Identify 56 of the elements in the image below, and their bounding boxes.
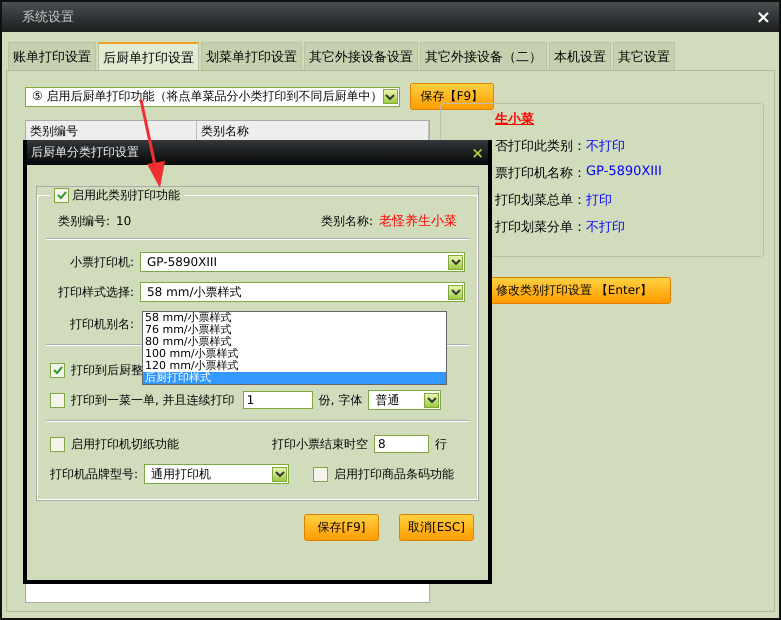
detail-value: 不打印 — [586, 219, 625, 236]
save-button[interactable]: 保存【F9】 — [410, 83, 494, 110]
style-option[interactable]: 100 mm/小票样式 — [143, 348, 446, 360]
checkbox[interactable] — [50, 436, 65, 452]
name-label: 类别名称: — [320, 212, 373, 230]
category-code: 10 — [116, 214, 132, 228]
dialog-button[interactable]: 保存[F9] — [304, 514, 379, 541]
tab[interactable]: 其它设置 — [613, 42, 675, 70]
blank-label: 打印小票结束时空 — [272, 436, 368, 452]
checkbox-label: 启用此类别打印功能 — [72, 187, 180, 204]
detail-value: 打印 — [586, 192, 612, 209]
detail-label: 打印划菜总单： — [495, 192, 586, 209]
style-option[interactable]: 80 mm/小票样式 — [143, 336, 446, 348]
style-option[interactable]: 76 mm/小票样式 — [143, 324, 446, 336]
style-option[interactable]: 58 mm/小票样式 — [143, 312, 446, 324]
blank-lines-field[interactable]: 8 — [374, 435, 429, 453]
detail-value: 不打印 — [586, 138, 625, 155]
tab[interactable]: 后厨单打印设置 — [98, 42, 199, 70]
close-button[interactable]: × — [756, 6, 771, 28]
checkbox-label: 打印到后厨整 — [71, 362, 143, 378]
tab[interactable]: 账单打印设置 — [8, 42, 96, 70]
printer-dropdown[interactable]: GP-5890XIII — [140, 252, 465, 272]
window-title: 系统设置 — [22, 9, 74, 26]
font-dropdown[interactable]: 普通 — [368, 390, 442, 410]
detail-label: 票打印机名称： — [495, 165, 586, 182]
printer-label: 小票打印机: — [68, 254, 134, 270]
copies-field[interactable]: 1 — [242, 391, 313, 409]
style-label: 打印样式选择: — [56, 284, 134, 300]
category-title: 生小菜 — [495, 111, 534, 128]
checkbox[interactable] — [50, 392, 65, 408]
enable-checkbox[interactable] — [54, 188, 69, 203]
brand-label: 打印机品牌型号: — [50, 466, 138, 482]
copies-label: 份, 字体 — [318, 392, 362, 408]
tab[interactable]: 其它外接设备设置 — [304, 42, 418, 70]
style-dropdown[interactable]: 58 mm/小票样式 — [140, 282, 465, 302]
brand-dropdown[interactable]: 通用打印机 — [144, 464, 290, 484]
category-name: 老怪养生小菜 — [379, 213, 457, 230]
dialog-title: 后厨单分类打印设置 — [31, 144, 139, 161]
checkbox[interactable] — [50, 362, 65, 378]
tab[interactable]: 本机设置 — [549, 42, 611, 70]
checkbox[interactable] — [313, 466, 328, 482]
detail-label: 否打印此类别： — [495, 138, 586, 155]
detail-value: GP-5890XIII — [586, 164, 662, 181]
unit-label: 行 — [435, 436, 447, 452]
tab[interactable]: 划菜单打印设置 — [201, 42, 302, 70]
alias-label: 打印机别名: — [68, 316, 134, 332]
close-button[interactable]: × — [471, 144, 484, 162]
code-label: 类别编号: — [58, 212, 110, 230]
style-option[interactable]: 120 mm/小票样式 — [143, 360, 446, 372]
checkbox-label: 启用打印机切纸功能 — [71, 436, 179, 452]
dialog-button[interactable]: 取消[ESC] — [399, 514, 474, 541]
detail-label: 打印划菜分单： — [495, 219, 586, 236]
checkbox-label: 启用打印商品条码功能 — [334, 466, 454, 482]
tab[interactable]: 其它外接设备（二） — [420, 42, 547, 70]
mode-dropdown[interactable]: ⑤ 启用后厨单打印功能（将点单菜品分小类打印到不同后厨单中） — [25, 86, 400, 106]
checkbox-label: 打印到一菜一单, 并且连续打印 — [71, 392, 235, 408]
